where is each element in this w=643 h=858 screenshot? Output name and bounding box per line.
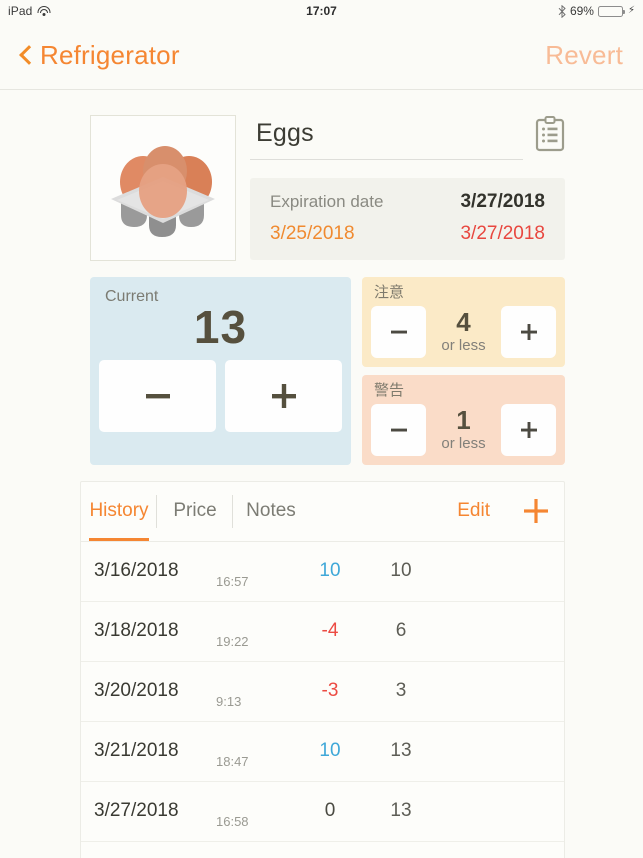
history-time: 16:58	[216, 813, 249, 829]
tab-notes[interactable]: Notes	[233, 482, 309, 541]
caution-suffix: or less	[441, 337, 486, 355]
plus-icon	[520, 421, 537, 438]
device-name: iPad	[8, 4, 33, 18]
plus-icon	[524, 499, 548, 523]
add-entry-button[interactable]	[508, 482, 564, 541]
warning-decrement-button[interactable]	[371, 403, 426, 456]
tab-price[interactable]: Price	[157, 482, 233, 541]
warning-label: 警告	[374, 381, 405, 399]
history-date: 3/18/2018	[94, 620, 179, 641]
table-row[interactable]: 3/27/2018 16:58 0 13	[81, 782, 564, 842]
item-name-row: Eggs	[250, 115, 565, 160]
history-change: 0	[324, 800, 336, 821]
expiration-range-row: 3/25/2018 3/27/2018	[270, 223, 545, 245]
history-date: 3/27/2018	[94, 800, 179, 821]
plus-icon	[271, 384, 296, 409]
back-button[interactable]: Refrigerator	[20, 40, 180, 71]
expiration-start-date: 3/25/2018	[270, 223, 355, 244]
warning-increment-button[interactable]	[501, 403, 556, 456]
history-time: 16:57	[216, 573, 249, 589]
item-name-input[interactable]: Eggs	[250, 115, 523, 160]
clipboard-icon[interactable]	[535, 116, 565, 152]
current-stock-panel: Current 13	[90, 277, 351, 465]
history-total: 6	[395, 620, 407, 641]
threshold-panels: 注意 4 or less 警告 1 or less	[362, 277, 565, 465]
battery-icon	[597, 5, 625, 17]
caution-decrement-button[interactable]	[371, 305, 426, 358]
chevron-left-icon	[20, 46, 31, 65]
history-list: 3/16/2018 16:57 10 10 3/18/2018 19:22 -4 6 3/20/…	[81, 542, 564, 858]
history-change: 10	[319, 560, 341, 581]
table-row[interactable]: 3/20/2018 9:13 -3 3	[81, 662, 564, 722]
current-stepper	[99, 360, 342, 433]
minus-icon	[145, 394, 170, 399]
revert-button[interactable]: Revert	[545, 40, 623, 71]
minus-icon	[390, 330, 407, 334]
warning-value: 1	[456, 405, 471, 435]
item-name-value: Eggs	[256, 119, 314, 147]
warning-threshold-panel: 警告 1 or less	[362, 374, 565, 465]
battery-percent: 69%	[569, 4, 594, 18]
item-thumbnail[interactable]	[90, 115, 236, 261]
warning-stepper: 1 or less	[371, 403, 556, 456]
history-change: 10	[319, 740, 341, 761]
tab-bar-spacer	[309, 482, 439, 541]
table-row[interactable]: 3/21/2018 18:47 10 13	[81, 722, 564, 782]
caution-increment-button[interactable]	[501, 305, 556, 358]
history-date: 3/21/2018	[94, 740, 179, 761]
navigation-bar: Refrigerator Revert	[0, 22, 643, 90]
table-row[interactable]: 3/18/2018 19:22 -4 6	[81, 602, 564, 662]
back-button-label: Refrigerator	[40, 40, 180, 70]
detail-tab-card: History Price Notes Edit 3/16/2018 16:57 1…	[80, 480, 565, 858]
expiration-value: 3/27/2018	[460, 191, 545, 212]
item-header: Eggs Expiration date 3/27/2018 3/25/2018…	[90, 115, 565, 261]
expiration-main-row: Expiration date 3/27/2018	[270, 191, 545, 213]
caution-value: 4	[456, 307, 471, 338]
table-row-partial[interactable]	[81, 842, 564, 858]
caution-stepper: 4 or less	[371, 305, 556, 358]
current-increment-button[interactable]	[225, 360, 342, 433]
status-bar-left: iPad	[8, 4, 51, 18]
table-row[interactable]: 3/16/2018 16:57 10 10	[81, 542, 564, 602]
history-time: 19:22	[216, 633, 249, 649]
expiration-panel[interactable]: Expiration date 3/27/2018 3/25/2018 3/27…	[250, 178, 565, 260]
item-details: Eggs Expiration date 3/27/2018 3/25/2018…	[250, 115, 565, 261]
caution-value-group: 4 or less	[433, 309, 494, 354]
history-total: 3	[395, 680, 407, 701]
history-total: 10	[390, 560, 412, 581]
status-bar: iPad 17:07 69% ⚡	[0, 0, 643, 22]
history-date: 3/20/2018	[94, 680, 179, 701]
bluetooth-icon	[558, 4, 566, 18]
warning-value-group: 1 or less	[433, 407, 494, 452]
history-total: 13	[390, 800, 412, 821]
wifi-icon	[37, 6, 51, 16]
charging-bolt-icon: ⚡	[627, 5, 635, 16]
minus-icon	[390, 428, 407, 431]
history-change: -4	[321, 620, 339, 641]
plus-icon	[520, 323, 537, 340]
current-value: 13	[193, 301, 248, 353]
warning-suffix: or less	[441, 435, 486, 452]
status-bar-right: 69% ⚡	[558, 4, 635, 18]
main-content: Eggs Expiration date 3/27/2018 3/25/2018…	[0, 115, 643, 858]
egg-carton-image	[111, 146, 215, 237]
expiration-end-date: 3/27/2018	[460, 223, 545, 244]
tab-bar: History Price Notes Edit	[81, 482, 564, 542]
expiration-label: Expiration date	[270, 192, 384, 211]
edit-button[interactable]: Edit	[439, 482, 508, 541]
history-time: 18:47	[216, 753, 249, 769]
caution-label: 注意	[374, 284, 405, 301]
history-total: 13	[390, 740, 412, 761]
history-date: 3/16/2018	[94, 560, 179, 581]
history-change: -3	[321, 680, 339, 701]
status-bar-clock: 17:07	[306, 4, 337, 18]
history-time: 9:13	[216, 693, 242, 709]
counters-section: Current 13 注意 4 or less 警告 1 or less	[90, 277, 565, 465]
tab-history[interactable]: History	[81, 482, 157, 541]
current-decrement-button[interactable]	[99, 360, 216, 433]
caution-threshold-panel: 注意 4 or less	[362, 277, 565, 367]
